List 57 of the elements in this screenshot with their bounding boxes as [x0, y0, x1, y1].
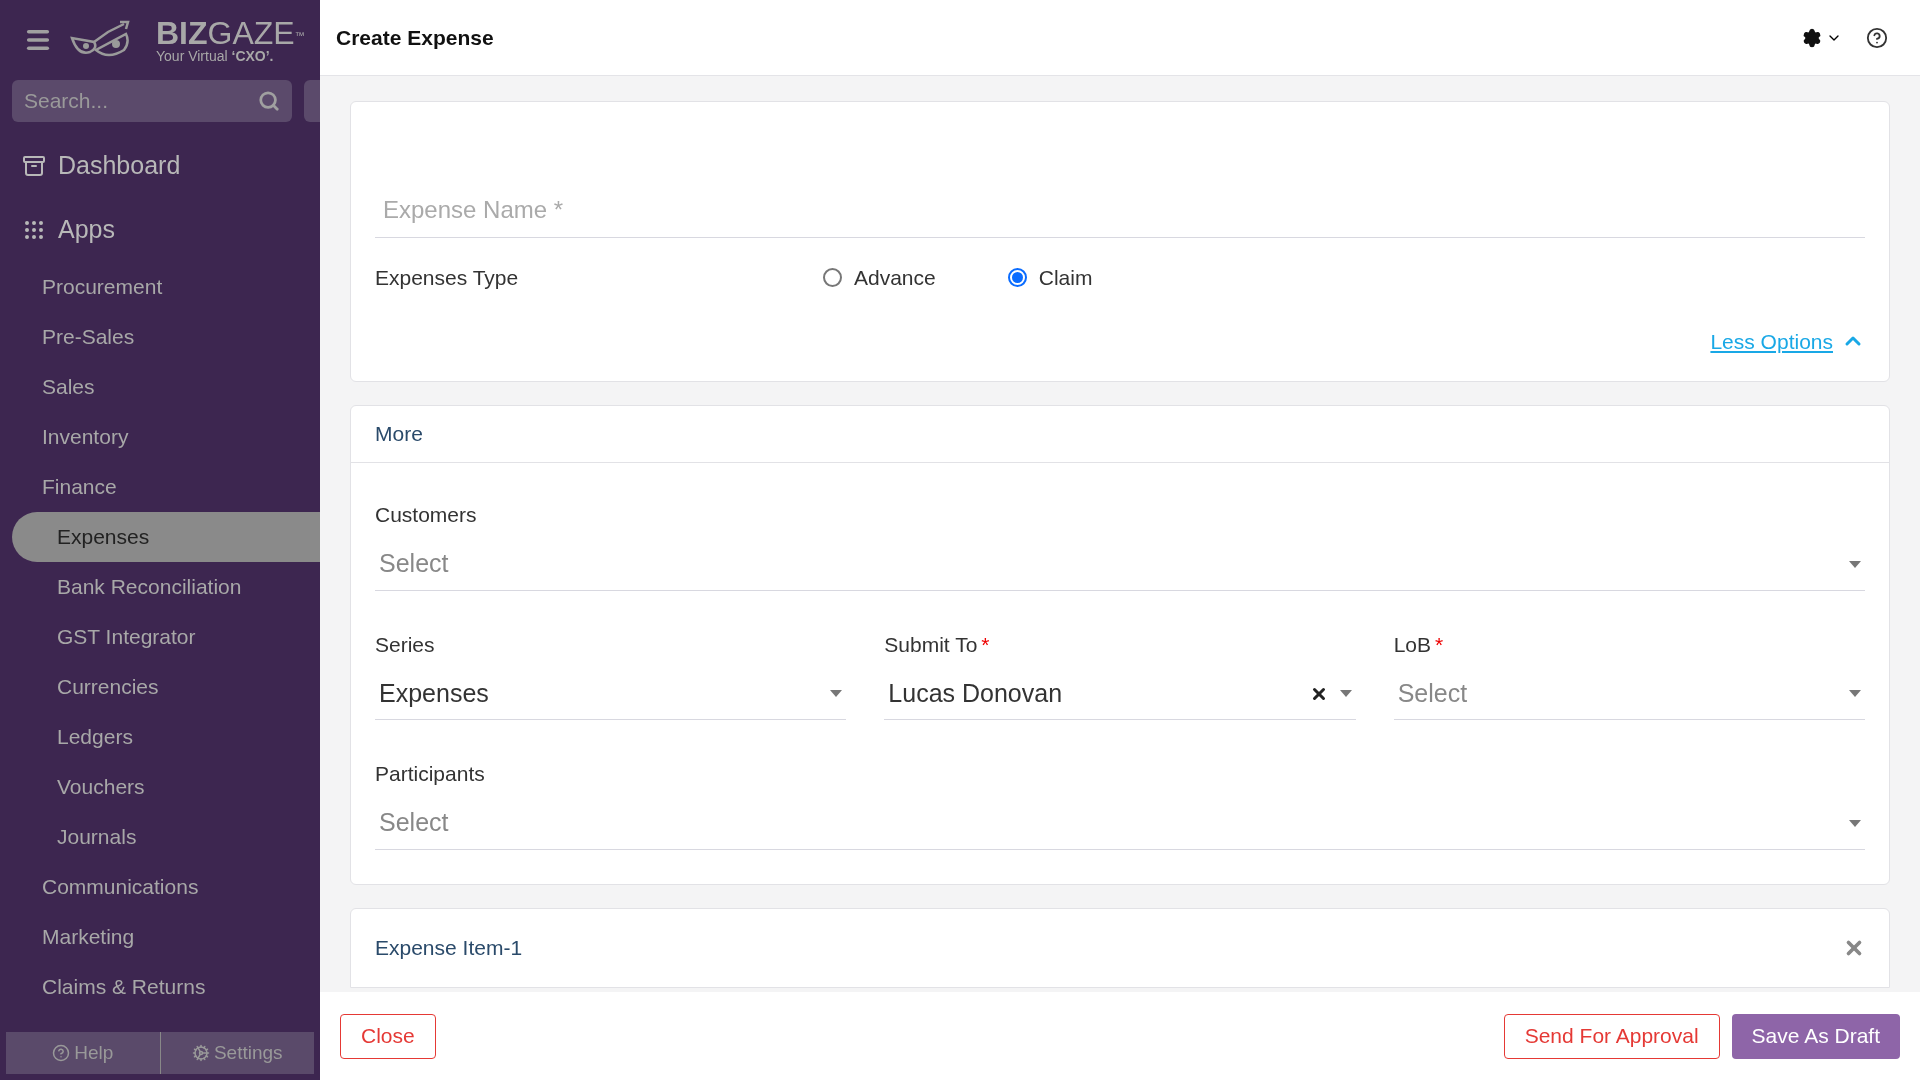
sidebar-item[interactable]: Bank Reconciliation — [0, 562, 320, 612]
grid-icon — [22, 218, 46, 242]
field-label: Participants — [375, 761, 485, 787]
page-title: Create Expense — [336, 24, 495, 51]
brand-name: BIZGAZE$^{™}$ — [156, 17, 305, 49]
help-icon[interactable] — [1866, 26, 1888, 49]
action-button[interactable]: Save As Draft — [1731, 1013, 1900, 1059]
gear-icon — [1802, 27, 1822, 48]
search-input[interactable]: Search... — [24, 85, 258, 117]
sidebar-item[interactable]: Sales — [0, 362, 320, 412]
sidebar-item[interactable]: Expenses — [12, 512, 320, 562]
box-icon — [22, 154, 46, 178]
caret-icon — [1849, 560, 1861, 568]
sidebar-item[interactable]: Journals — [0, 812, 320, 862]
search-icon[interactable] — [258, 90, 280, 112]
search-field[interactable]: Search... — [12, 80, 292, 122]
sidebar-item[interactable]: Vouchers — [0, 762, 320, 812]
expense-name-field[interactable]: Expense Name * — [375, 182, 1865, 238]
action-button[interactable]: Close — [340, 1013, 436, 1059]
required-mark: * — [1435, 631, 1444, 658]
sidebar-item[interactable]: Pre-Sales — [0, 312, 320, 362]
sidebar-item[interactable]: Marketing — [0, 912, 320, 962]
caret-icon — [1849, 690, 1861, 697]
select-field[interactable]: Expenses — [375, 668, 847, 720]
sidebar-item[interactable]: Currencies — [0, 662, 320, 712]
sidebar-item[interactable]: Communications — [0, 862, 320, 912]
select-field[interactable]: Select — [375, 538, 1865, 591]
select-field[interactable]: Lucas Donovan — [884, 668, 1356, 720]
sidebar-item[interactable]: Inventory — [0, 412, 320, 462]
gear-icon — [191, 1044, 210, 1062]
sidebar-section[interactable]: Dashboard — [0, 134, 320, 198]
radio-option[interactable]: Claim — [1007, 262, 1093, 294]
radio-option[interactable]: Advance — [823, 262, 936, 294]
section-title: Expense Item-1 — [375, 934, 524, 961]
field-label: Submit To — [884, 631, 978, 658]
required-mark: * — [981, 631, 990, 658]
caret-icon — [830, 690, 843, 697]
settings-button[interactable]: Settings — [159, 1032, 314, 1074]
field-label: Customers — [375, 502, 477, 528]
caret-icon — [1849, 819, 1861, 827]
help-icon — [52, 1044, 71, 1062]
sidebar-item[interactable]: Ledgers — [0, 712, 320, 762]
caret-icon — [1339, 690, 1352, 697]
sidebar-item[interactable]: Claims & Returns — [0, 962, 320, 1012]
field-label: LoB — [1393, 631, 1432, 658]
select-field[interactable]: Select — [375, 797, 1865, 850]
brand-tagline: Your Virtual ‘CXO’. — [156, 49, 275, 63]
sidebar-item[interactable]: GST Integrator — [0, 612, 320, 662]
sidebar-section[interactable]: Apps — [0, 198, 320, 262]
sidebar-item[interactable]: Finance — [0, 462, 320, 512]
field-label: Expenses Type — [375, 265, 520, 291]
sidebar-item[interactable]: Procurement — [0, 262, 320, 312]
select-field[interactable]: Select — [1393, 668, 1865, 720]
field-label: Series — [375, 631, 435, 658]
section-title: More — [351, 406, 1889, 463]
action-button[interactable]: Send For Approval — [1503, 1013, 1720, 1059]
help-button[interactable]: Help — [6, 1032, 160, 1074]
